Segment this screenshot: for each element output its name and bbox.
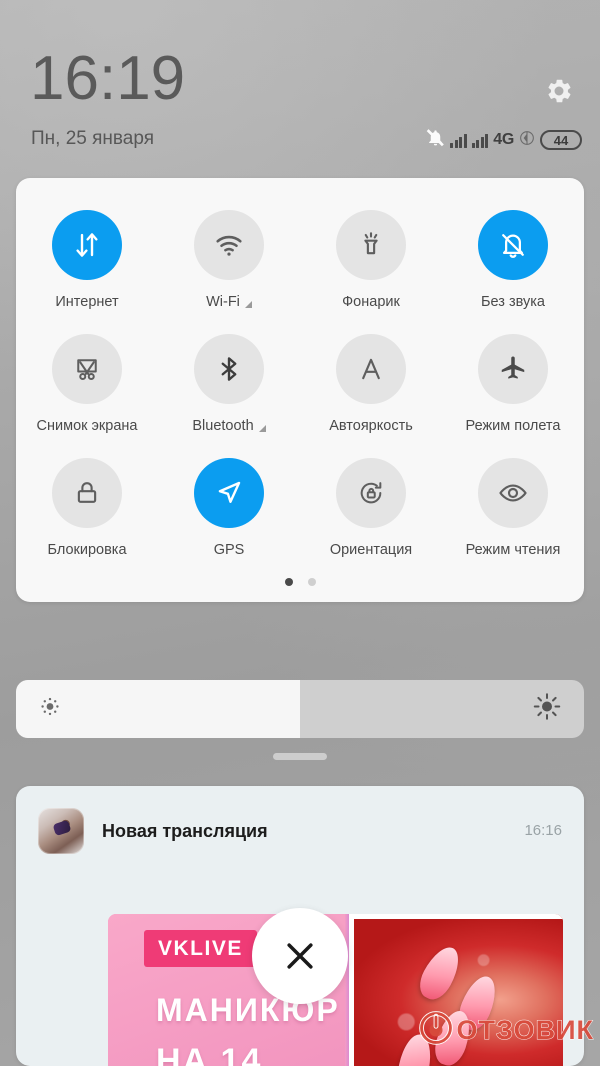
tile-label: Режим чтения: [466, 542, 561, 558]
tile-label-text: Bluetooth: [192, 418, 254, 434]
tile-wifi[interactable]: Wi-Fi: [158, 200, 300, 324]
chevron-expand-icon[interactable]: [258, 424, 266, 432]
brightness-slider[interactable]: [16, 680, 584, 738]
eye-icon: [499, 484, 527, 502]
tile-label-text: Ориентация: [329, 542, 413, 558]
tile-label: Wi-Fi: [206, 294, 252, 310]
tile-orientation[interactable]: Ориентация: [300, 448, 442, 572]
wifi-icon: [216, 235, 242, 256]
tile-label-text: Снимок экрана: [36, 418, 138, 434]
clock: 16:19: [30, 44, 186, 113]
signal-bars-icon: [471, 133, 489, 148]
vklive-badge: VKLIVE: [144, 930, 257, 967]
gear-icon[interactable]: [544, 76, 574, 106]
statusbar: 4G 44: [426, 128, 582, 152]
flashlight-icon: [364, 232, 378, 255]
tile-icon-wrap: [52, 334, 122, 404]
screenshot-icon: [77, 359, 97, 380]
tile-screenshot[interactable]: Снимок экрана: [16, 324, 158, 448]
tile-auto-brightness[interactable]: Автояркость: [300, 324, 442, 448]
tile-icon-wrap: [52, 458, 122, 528]
tile-label-text: Режим полета: [465, 418, 561, 434]
sun-large-icon: [532, 692, 562, 727]
nail-shape: [413, 941, 467, 1006]
brightness-row: [16, 680, 584, 738]
tile-label: Автояркость: [329, 418, 413, 434]
battery-indicator: 44: [540, 130, 582, 150]
tile-label: Снимок экрана: [37, 418, 138, 434]
page-indicator: [16, 578, 584, 586]
quick-settings-panel: Интернет Wi-Fi Фонарик Без звука Снимок …: [16, 178, 584, 602]
nails-app-icon: [38, 808, 84, 854]
network-type-label: 4G: [493, 131, 514, 148]
tile-lock[interactable]: Блокировка: [16, 448, 158, 572]
date-label: Пн, 25 января: [31, 128, 154, 149]
tile-airplane-mode[interactable]: Режим полета: [442, 324, 584, 448]
auto-brightness-icon: [362, 358, 380, 380]
tile-label: Фонарик: [342, 294, 400, 310]
tile-silent[interactable]: Без звука: [442, 200, 584, 324]
tile-icon-wrap: [194, 210, 264, 280]
tile-icon-wrap: [52, 210, 122, 280]
tile-label-text: Фонарик: [342, 294, 400, 310]
page-dot-2[interactable]: [307, 578, 316, 586]
navigation-arrow-icon: [218, 481, 241, 503]
quick-settings-row: Интернет Wi-Fi Фонарик Без звука: [16, 200, 584, 324]
close-icon[interactable]: [252, 908, 348, 1004]
rotation-lock-icon: [360, 482, 382, 504]
tile-label: Интернет: [55, 294, 118, 310]
tile-icon-wrap: [194, 458, 264, 528]
tile-label-text: GPS: [213, 542, 245, 558]
tile-icon-wrap: [478, 458, 548, 528]
tile-label: Режим полета: [466, 418, 561, 434]
tile-label: Bluetooth: [192, 418, 266, 434]
tile-flashlight[interactable]: Фонарик: [300, 200, 442, 324]
bell-muted-icon: [502, 234, 524, 258]
notification-header: Новая трансляция 16:16: [16, 786, 584, 854]
watermark-text: ОТЗОВИК: [456, 1015, 594, 1046]
quick-settings-row: Снимок экрана Bluetooth Автояркость Режи…: [16, 324, 584, 448]
tile-icon-wrap: [478, 334, 548, 404]
tile-icon-wrap: [478, 210, 548, 280]
bell-muted-icon: [426, 128, 445, 152]
quick-settings-row: Блокировка GPS Ориентация Режим чтения: [16, 448, 584, 572]
tile-label-text: Интернет: [55, 294, 119, 310]
tile-label: Блокировка: [47, 542, 126, 558]
page-dot-1[interactable]: [284, 578, 293, 586]
tile-gps[interactable]: GPS: [158, 448, 300, 572]
tile-bluetooth[interactable]: Bluetooth: [158, 324, 300, 448]
power-circle-icon: [418, 1011, 453, 1050]
airplane-icon: [501, 356, 525, 379]
tile-icon-wrap: [336, 210, 406, 280]
banner-headline-line2: НА 14: [156, 1042, 263, 1066]
tile-internet[interactable]: Интернет: [16, 200, 158, 324]
sun-small-icon: [38, 695, 62, 724]
data-transfer-icon: [76, 233, 98, 257]
tile-label-text: Автояркость: [329, 418, 413, 434]
tile-label-text: Wi-Fi: [206, 294, 240, 310]
watermark: ОТЗОВИК: [418, 1011, 594, 1050]
circle-half-icon: [519, 130, 535, 151]
tile-reading-mode[interactable]: Режим чтения: [442, 448, 584, 572]
notification-title: Новая трансляция: [102, 820, 268, 841]
panel-drag-handle[interactable]: [273, 753, 327, 760]
tile-label-text: Без звука: [481, 294, 545, 310]
tile-label-text: Блокировка: [47, 542, 127, 558]
chevron-expand-icon[interactable]: [244, 300, 252, 308]
lock-icon: [77, 482, 97, 503]
bluetooth-icon: [221, 357, 237, 381]
tile-label-text: Режим чтения: [465, 542, 561, 558]
signal-bars-icon: [450, 133, 467, 148]
tile-icon-wrap: [336, 334, 406, 404]
tile-label: Ориентация: [330, 542, 412, 558]
tile-icon-wrap: [194, 334, 264, 404]
tile-label: Без звука: [481, 294, 545, 310]
tile-icon-wrap: [336, 458, 406, 528]
notification-time: 16:16: [524, 822, 562, 839]
tile-label: GPS: [214, 542, 245, 558]
status-header: 16:19 Пн, 25 января 4G 44: [0, 0, 600, 170]
